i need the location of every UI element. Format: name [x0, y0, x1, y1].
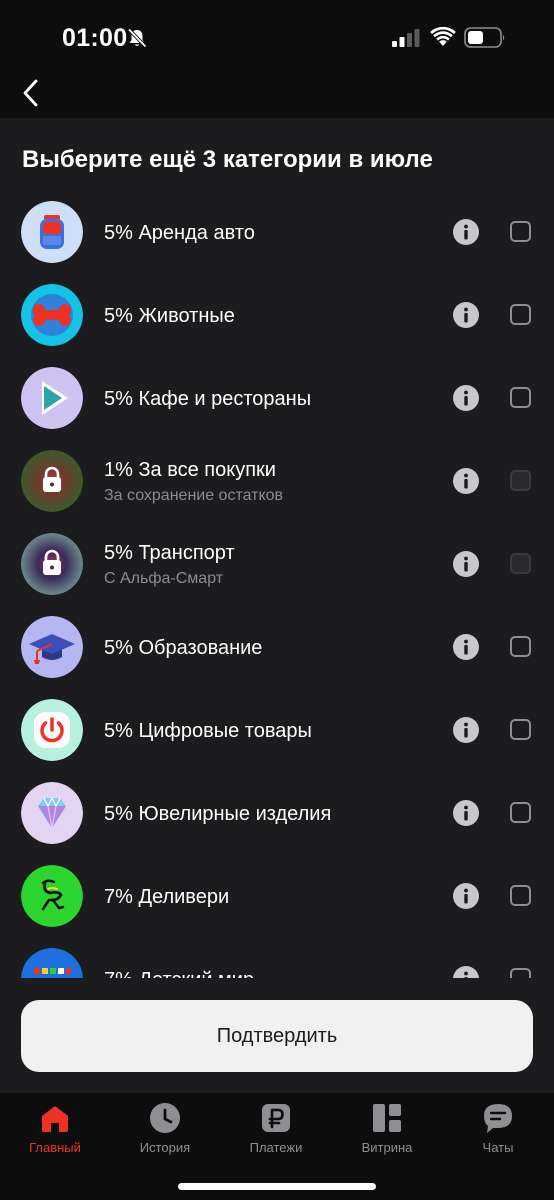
- lock-icon: [21, 533, 83, 595]
- ostrich-icon: [21, 865, 83, 927]
- info-icon[interactable]: [453, 468, 479, 494]
- category-text: 5% Образование: [104, 606, 262, 689]
- info-icon[interactable]: [453, 634, 479, 660]
- category-row[interactable]: 7% Деливери: [0, 855, 554, 938]
- category-title: 5% Аренда авто: [104, 221, 255, 244]
- category-row[interactable]: 5% Цифровые товары: [0, 689, 554, 772]
- status-bar: 01:00: [0, 0, 554, 70]
- chevron-left-icon: [23, 79, 38, 107]
- info-icon[interactable]: [453, 717, 479, 743]
- category-checkbox[interactable]: [510, 636, 531, 657]
- info-icon[interactable]: [453, 219, 479, 245]
- chat-icon: [484, 1104, 512, 1133]
- category-row[interactable]: 5% Животные: [0, 274, 554, 357]
- category-checkbox[interactable]: [510, 802, 531, 823]
- category-checkbox[interactable]: [510, 968, 531, 978]
- content-area: Выберите ещё 3 категории в июле 5% Аренд…: [0, 118, 554, 1093]
- home-indicator: [178, 1183, 376, 1190]
- category-text: 5% Ювелирные изделия: [104, 772, 331, 855]
- category-text: 5% Цифровые товары: [104, 689, 312, 772]
- info-icon[interactable]: [453, 883, 479, 909]
- category-title: 5% Транспорт: [104, 541, 235, 564]
- category-title: 7% Деливери: [104, 885, 230, 908]
- tab-label: История: [139, 1140, 191, 1155]
- confirm-button[interactable]: Подтвердить: [21, 1000, 533, 1072]
- ruble-icon: [262, 1104, 290, 1132]
- info-icon[interactable]: [453, 966, 479, 978]
- tab-label: Главный: [29, 1140, 81, 1155]
- category-row[interactable]: 7% Детский мир: [0, 938, 554, 978]
- info-icon[interactable]: [453, 385, 479, 411]
- tab-home[interactable]: Главный: [0, 1101, 110, 1161]
- tab-chats[interactable]: Чаты: [443, 1101, 553, 1161]
- category-row[interactable]: 1% За все покупки За сохранение остатков: [0, 440, 554, 523]
- home-icon: [42, 1106, 68, 1132]
- category-title: 5% Кафе и рестораны: [104, 387, 312, 410]
- category-subtitle: С Альфа-Смарт: [104, 569, 224, 587]
- bell-muted-icon: [127, 28, 147, 48]
- category-title: 1% За все покупки: [104, 458, 276, 481]
- category-title: 5% Образование: [104, 636, 263, 659]
- category-text: 5% Аренда авто: [104, 191, 255, 274]
- category-title: 5% Животные: [104, 304, 235, 327]
- signal-icon: [392, 29, 420, 47]
- tab-showcase[interactable]: Витрина: [332, 1101, 442, 1161]
- info-icon[interactable]: [453, 551, 479, 577]
- category-row[interactable]: 5% Кафе и рестораны: [0, 357, 554, 440]
- info-icon[interactable]: [453, 302, 479, 328]
- lock-icon: [21, 450, 83, 512]
- info-icon[interactable]: [453, 800, 479, 826]
- category-row[interactable]: 5% Транспорт С Альфа-Смарт: [0, 523, 554, 606]
- category-checkbox[interactable]: [510, 304, 531, 325]
- wifi-icon: [430, 27, 456, 46]
- clock-icon: [150, 1103, 180, 1133]
- category-title: 5% Ювелирные изделия: [104, 802, 332, 825]
- kids-world-icon: [21, 948, 83, 978]
- tab-label: Чаты: [482, 1140, 514, 1155]
- nav-bar: [0, 70, 554, 118]
- category-subtitle: За сохранение остатков: [104, 486, 284, 504]
- back-button[interactable]: [14, 74, 46, 112]
- category-title: 7% Детский мир: [104, 967, 254, 979]
- category-checkbox[interactable]: [510, 387, 531, 408]
- status-time: 01:00: [62, 24, 128, 52]
- bone-icon: [21, 284, 83, 346]
- car-rental-icon: [21, 201, 83, 263]
- power-icon: [21, 699, 83, 761]
- category-text: 5% Транспорт С Альфа-Смарт: [104, 523, 235, 606]
- battery-icon: [464, 27, 505, 48]
- category-text: 7% Детский мир: [104, 938, 254, 979]
- grid-icon: [373, 1104, 401, 1132]
- tab-label: Платежи: [249, 1140, 303, 1155]
- diamond-icon: [21, 782, 83, 844]
- category-row[interactable]: 5% Образование: [0, 606, 554, 689]
- page-title: Выберите ещё 3 категории в июле: [22, 146, 433, 173]
- category-title: 5% Цифровые товары: [104, 719, 312, 742]
- category-checkbox[interactable]: [510, 885, 531, 906]
- category-checkbox-disabled: [510, 470, 531, 491]
- tab-label: Витрина: [361, 1140, 413, 1155]
- category-checkbox[interactable]: [510, 221, 531, 242]
- category-text: 1% За все покупки За сохранение остатков: [104, 440, 283, 523]
- category-text: 5% Животные: [104, 274, 235, 357]
- category-text: 5% Кафе и рестораны: [104, 357, 311, 440]
- category-text: 7% Деливери: [104, 855, 229, 938]
- tab-payments[interactable]: Платежи: [221, 1101, 331, 1161]
- play-icon: [21, 367, 83, 429]
- tab-history[interactable]: История: [110, 1101, 220, 1161]
- category-list[interactable]: 5% Аренда авто 5% Животные 5% Кафе и рес…: [0, 191, 554, 978]
- category-checkbox-disabled: [510, 553, 531, 574]
- graduation-cap-icon: [21, 616, 83, 678]
- category-row[interactable]: 5% Аренда авто: [0, 191, 554, 274]
- category-row[interactable]: 5% Ювелирные изделия: [0, 772, 554, 855]
- category-checkbox[interactable]: [510, 719, 531, 740]
